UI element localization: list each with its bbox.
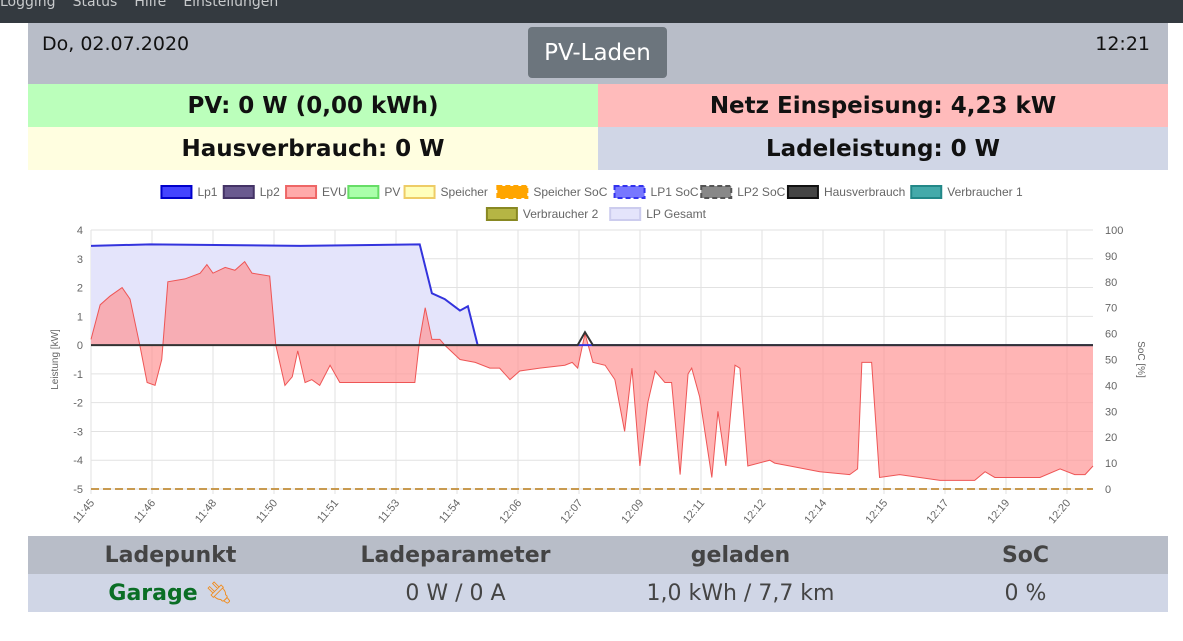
- legend-label: Lp2: [260, 185, 280, 199]
- y2-tick-label: 40: [1105, 380, 1117, 392]
- legend-swatch: [160, 185, 193, 199]
- y2-tick-label: 0: [1105, 484, 1111, 496]
- y-axis-label: Leistung [kW]: [50, 329, 61, 390]
- y-tick-label: 2: [77, 283, 83, 295]
- col-ladeparameter: Ladeparameter: [360, 542, 551, 568]
- nav-logging[interactable]: Logging: [0, 0, 56, 10]
- x-tick-label: 12:07: [558, 497, 585, 526]
- nav-hilfe[interactable]: Hilfe: [134, 0, 166, 10]
- nav-einstellungen[interactable]: Einstellungen: [183, 0, 278, 10]
- col-ladepunkt: Ladepunkt: [104, 542, 237, 568]
- legend-swatch: [786, 185, 819, 199]
- legend-label: Verbraucher 2: [523, 207, 599, 221]
- x-tick-label: 12:20: [1046, 497, 1073, 526]
- legend-label: EVU: [322, 185, 347, 199]
- legend-label: Hausverbrauch: [824, 185, 905, 199]
- charging-power: Ladeleistung: 0 W: [598, 127, 1168, 170]
- y-tick-label: -1: [73, 369, 83, 381]
- x-tick-label: 12:19: [985, 497, 1012, 526]
- legend-swatch: [222, 185, 255, 199]
- table-header: Ladepunkt Ladeparameter geladen SoC: [28, 536, 1168, 574]
- x-tick-label: 12:11: [681, 497, 707, 525]
- x-tick-label: 12:12: [741, 497, 768, 526]
- legend-label: Speicher SoC: [533, 185, 607, 199]
- legend-label: PV: [384, 185, 400, 199]
- time: 12:21: [1095, 33, 1150, 55]
- legend-label: Speicher: [441, 185, 488, 199]
- y-tick-label: 1: [77, 311, 83, 323]
- chargepoint-cell[interactable]: Garage 🔌︎: [28, 581, 313, 606]
- power-chart: Lp1 Lp2 EVU PV Speicher Speicher SoC LP1 SoC LP…: [50, 185, 1146, 526]
- y2-tick-label: 10: [1105, 458, 1117, 470]
- x-tick-label: 11:48: [193, 497, 219, 525]
- y-tick-label: 3: [77, 254, 83, 266]
- navbar: Logging Status Hilfe Einstellungen: [0, 0, 1183, 23]
- legend-label: Lp1: [197, 185, 217, 199]
- x-tick-label: 12:17: [924, 497, 951, 526]
- y2-tick-label: 70: [1105, 303, 1117, 315]
- legend-label: LP2 SoC: [737, 185, 785, 199]
- legend-label: LP1 SoC: [651, 185, 699, 199]
- mode-button[interactable]: PV-Laden: [528, 27, 667, 78]
- soc: 0 %: [1004, 580, 1047, 606]
- y-tick-label: 4: [77, 225, 83, 237]
- legend-swatch: [609, 207, 642, 221]
- legend-swatch: [910, 185, 943, 199]
- date: Do, 02.07.2020: [42, 33, 190, 55]
- y2-tick-label: 100: [1105, 225, 1123, 237]
- charge-params: 0 W / 0 A: [405, 580, 506, 606]
- series-area-evu: [91, 261, 1093, 481]
- legend-label: LP Gesamt: [646, 207, 706, 221]
- charged: 1,0 kWh / 7,7 km: [646, 580, 835, 606]
- x-tick-label: 11:45: [71, 497, 97, 525]
- chargepoint-name[interactable]: Garage: [108, 581, 197, 606]
- legend-swatch: [485, 207, 518, 221]
- plug-icon: 🔌︎: [204, 580, 233, 606]
- y-tick-label: -4: [73, 455, 83, 467]
- col-geladen: geladen: [690, 542, 791, 568]
- y-tick-label: -5: [73, 484, 83, 496]
- x-tick-label: 11:50: [254, 497, 280, 525]
- legend-swatch: [403, 185, 436, 199]
- header: Do, 02.07.2020 PV-Laden 12:21: [28, 23, 1168, 84]
- house-consumption: Hausverbrauch: 0 W: [28, 127, 598, 170]
- y-tick-label: -2: [73, 398, 83, 410]
- y2-tick-label: 90: [1105, 251, 1117, 263]
- x-tick-label: 12:06: [497, 497, 524, 526]
- y-tick-label: 0: [77, 340, 83, 352]
- legend-swatch: [613, 185, 646, 199]
- pv-power: PV: 0 W (0,00 kWh): [28, 84, 598, 127]
- y2-tick-label: 60: [1105, 329, 1117, 341]
- y2-tick-label: 80: [1105, 277, 1117, 289]
- legend-label: Verbraucher 1: [947, 185, 1023, 199]
- legend-swatch: [285, 185, 318, 199]
- y2-tick-label: 50: [1105, 355, 1117, 367]
- y2-tick-label: 20: [1105, 432, 1117, 444]
- grid-feed-in: Netz Einspeisung: 4,23 kW: [598, 84, 1168, 127]
- legend-swatch: [347, 185, 380, 199]
- y2-axis-label: SoC [%]: [1135, 341, 1146, 378]
- y2-tick-label: 30: [1105, 406, 1117, 418]
- legend-swatch: [700, 185, 733, 199]
- x-tick-label: 12:14: [802, 497, 829, 526]
- legend-swatch: [496, 185, 529, 199]
- nav-status[interactable]: Status: [73, 0, 118, 10]
- col-soc: SoC: [1001, 542, 1050, 568]
- x-tick-label: 11:54: [437, 497, 463, 525]
- table-row: Garage 🔌︎ 0 W / 0 A 1,0 kWh / 7,7 km 0 %: [28, 574, 1168, 612]
- x-tick-label: 11:46: [132, 497, 158, 525]
- x-tick-label: 11:53: [376, 497, 402, 525]
- x-tick-label: 12:15: [863, 497, 890, 526]
- y-tick-label: -3: [73, 426, 83, 438]
- x-tick-label: 12:09: [619, 497, 646, 526]
- x-tick-label: 11:51: [315, 497, 341, 525]
